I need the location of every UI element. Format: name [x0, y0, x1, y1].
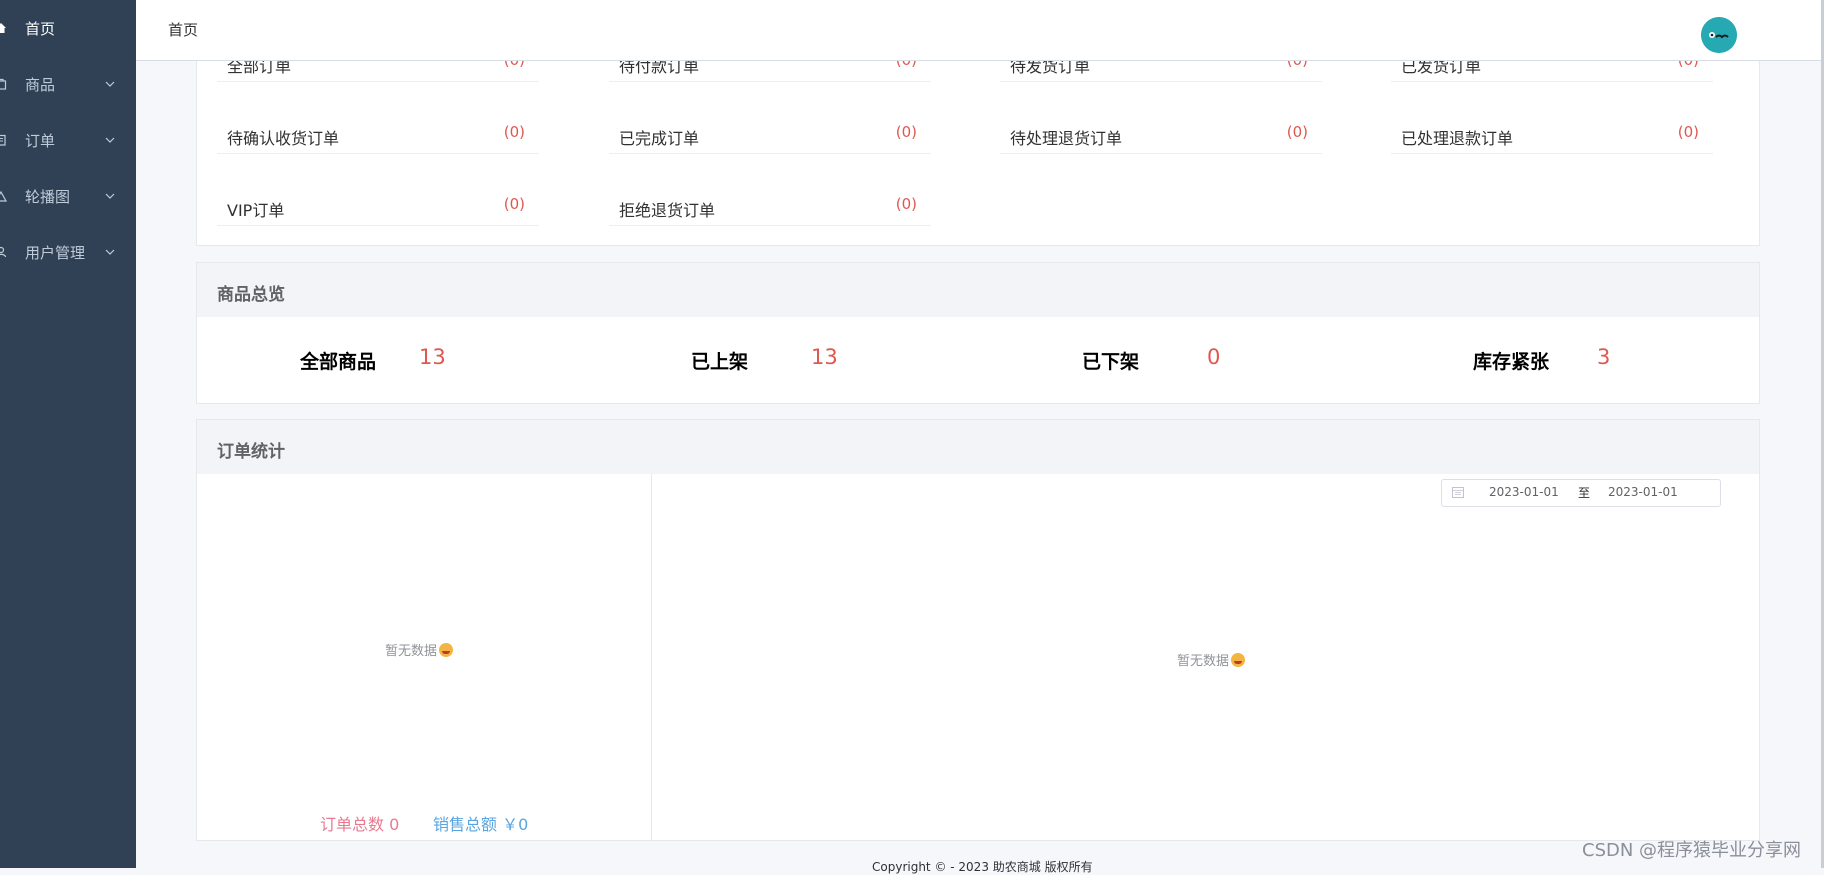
total-sales: 销售总额 ￥0: [433, 815, 529, 834]
date-separator: 至: [1578, 486, 1591, 500]
user-icon: [0, 245, 7, 259]
sidebar-item-carousel[interactable]: 轮播图: [0, 168, 136, 224]
date-end-input[interactable]: 2023-01-01: [1608, 485, 1678, 499]
order-label: 拒绝退货订单: [619, 201, 716, 220]
stat-label: 全部商品: [300, 351, 377, 373]
footer-copyright: Copyright © - 2023 助农商城 版权所有: [872, 860, 1093, 874]
stat-value: 3: [1597, 345, 1611, 369]
card-title: 订单统计: [217, 442, 285, 462]
order-label: 待处理退货订单: [1010, 129, 1123, 148]
chevron-down-icon: [105, 137, 115, 143]
chevron-down-icon: [105, 249, 115, 255]
empty-text: 暂无数据: [1177, 654, 1230, 669]
sidebar-item-label: 首页: [25, 19, 56, 38]
sidebar-item-label: 订单: [25, 131, 56, 150]
order-cell-refunded[interactable]: 已处理退款订单 (0): [1391, 115, 1713, 154]
avatar[interactable]: [1701, 17, 1737, 53]
stat-label: 已上架: [691, 351, 749, 373]
sidebar: 首页 商品 订单 轮播图 用户管理: [0, 0, 136, 868]
order-count: (0): [1677, 123, 1699, 141]
order-count: (0): [1286, 123, 1308, 141]
stat-label: 库存紧张: [1473, 351, 1550, 373]
stat-value: 13: [811, 345, 838, 369]
stat-label: 已下架: [1082, 351, 1140, 373]
card-header: 商品总览: [197, 263, 1759, 317]
sidebar-item-goods[interactable]: 商品: [0, 56, 136, 112]
card-header: 订单统计: [197, 420, 1759, 474]
left-chart-empty: 暂无数据: [385, 640, 454, 659]
sidebar-item-orders[interactable]: 订单: [0, 112, 136, 168]
breadcrumb[interactable]: 首页: [168, 19, 198, 40]
order-cell-return-rejected[interactable]: 拒绝退货订单 (0): [609, 187, 931, 226]
date-start-input[interactable]: 2023-01-01: [1489, 485, 1559, 499]
order-cell-vip[interactable]: VIP订单 (0): [217, 187, 539, 226]
carousel-icon: [0, 189, 7, 203]
chevron-down-icon: [105, 193, 115, 199]
divider: [651, 474, 652, 840]
main-content: 全部订单 (0) 待付款订单 (0) 待发货订单 (0) 已发货订单 (0) 待…: [136, 0, 1822, 874]
order-stats-card: 订单统计 暂无数据 订单总数 0 销售总额 ￥0 2023-01-01 至 20…: [196, 419, 1760, 841]
order-count: (0): [895, 123, 917, 141]
order-label: 待确认收货订单: [227, 129, 340, 148]
emoji-icon: [1231, 653, 1246, 667]
sidebar-item-label: 用户管理: [25, 243, 86, 262]
calendar-icon: [1452, 487, 1464, 498]
order-count: (0): [503, 195, 525, 213]
order-label: 已完成订单: [619, 129, 700, 148]
total-orders: 订单总数 0: [320, 815, 400, 834]
order-cell-to-confirm[interactable]: 待确认收货订单 (0): [217, 115, 539, 154]
order-count: (0): [503, 123, 525, 141]
goods-icon: [0, 77, 7, 91]
sidebar-item-label: 轮播图: [25, 187, 71, 206]
top-header: 首页: [136, 0, 1822, 61]
sidebar-item-users[interactable]: 用户管理: [0, 224, 136, 280]
empty-text: 暂无数据: [385, 644, 438, 659]
avatar-icon: [1701, 17, 1737, 53]
order-cell-return-pending[interactable]: 待处理退货订单 (0): [1000, 115, 1322, 154]
order-cell-completed[interactable]: 已完成订单 (0): [609, 115, 931, 154]
order-icon: [0, 133, 7, 147]
date-range-picker[interactable]: 2023-01-01 至 2023-01-01: [1441, 479, 1721, 507]
right-chart-empty: 暂无数据: [1177, 650, 1246, 669]
order-label: 已处理退款订单: [1401, 129, 1514, 148]
chevron-down-icon: [105, 81, 115, 87]
home-icon: [0, 21, 7, 35]
sidebar-item-home[interactable]: 首页: [0, 0, 136, 56]
stat-value: 0: [1207, 345, 1221, 369]
sidebar-item-label: 商品: [25, 75, 56, 94]
emoji-icon: [439, 643, 454, 657]
goods-overview-card: 商品总览 全部商品 13 已上架 13 已下架 0 库存紧张 3: [196, 262, 1760, 404]
watermark: CSDN @程序猿毕业分享网: [1582, 840, 1802, 861]
stat-value: 13: [419, 345, 446, 369]
card-title: 商品总览: [217, 285, 285, 305]
order-label: VIP订单: [227, 201, 285, 220]
order-count: (0): [895, 195, 917, 213]
